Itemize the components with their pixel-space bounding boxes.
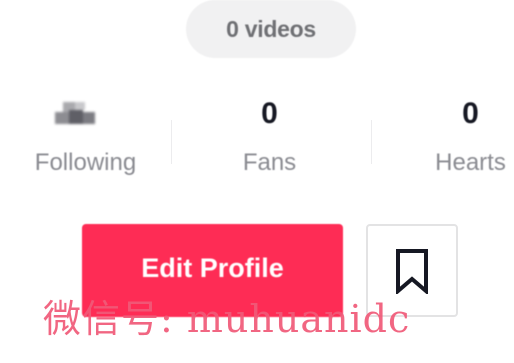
stat-hearts[interactable]: 0 Hearts bbox=[385, 92, 514, 192]
stat-divider bbox=[171, 120, 172, 164]
videos-count-pill[interactable]: 0 videos bbox=[186, 0, 356, 58]
videos-count-label: 0 videos bbox=[226, 15, 316, 42]
stat-label-following: Following bbox=[34, 149, 137, 176]
bookmark-icon bbox=[396, 248, 428, 294]
watermark-text: 微信号: muhuanidc bbox=[43, 297, 411, 341]
following-count-pixelated bbox=[55, 102, 97, 126]
profile-stats: Following 0 Fans 0 Hearts bbox=[0, 92, 514, 192]
stat-value-hearts: 0 bbox=[462, 97, 479, 130]
stat-label-fans: Fans bbox=[242, 149, 297, 176]
stat-following[interactable]: Following bbox=[0, 92, 171, 192]
stat-label-hearts: Hearts bbox=[435, 149, 506, 176]
edit-profile-label: Edit Profile bbox=[141, 253, 284, 283]
stat-value-fans: 0 bbox=[261, 97, 278, 130]
stat-fans[interactable]: 0 Fans bbox=[184, 92, 355, 192]
stat-divider bbox=[371, 120, 372, 164]
